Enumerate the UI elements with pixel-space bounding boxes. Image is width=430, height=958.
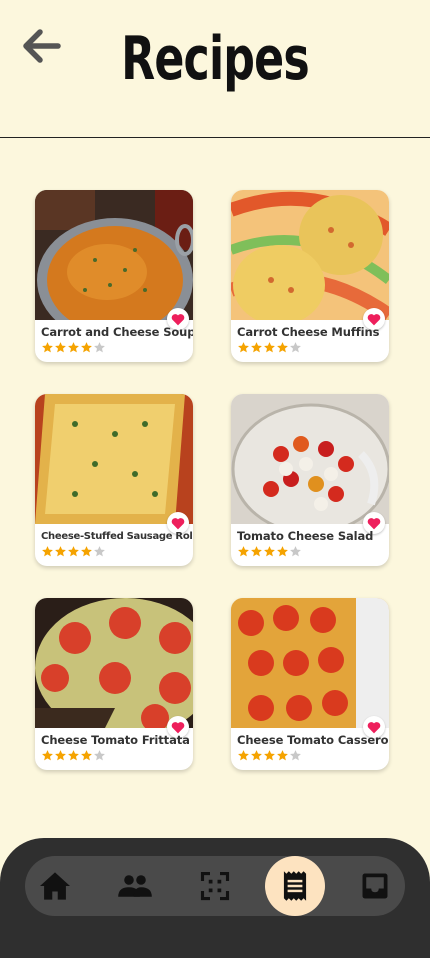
nav-people[interactable]	[105, 856, 165, 916]
star-icon	[277, 546, 288, 557]
star-icon	[68, 750, 79, 761]
heart-icon	[367, 721, 381, 733]
star-icon	[42, 750, 53, 761]
star-icon	[251, 342, 262, 353]
star-icon	[251, 546, 262, 557]
recipe-name: Tomato Cheese Salad	[237, 529, 374, 543]
nav-recipes[interactable]	[265, 856, 325, 916]
star-icon	[238, 546, 249, 557]
people-icon	[118, 875, 152, 897]
rating-stars	[237, 341, 302, 355]
header: Recipes	[0, 0, 430, 138]
star-icon	[264, 342, 275, 353]
recipe-image	[231, 598, 389, 728]
receipt-icon	[283, 871, 307, 901]
home-icon	[40, 872, 70, 900]
star-icon	[277, 750, 288, 761]
recipe-card[interactable]: Cheese Tomato Frittata	[35, 598, 193, 770]
star-empty-icon	[94, 342, 105, 353]
star-empty-icon	[290, 546, 301, 557]
nav-scan[interactable]	[185, 856, 245, 916]
star-icon	[264, 750, 275, 761]
recipe-name: Cheese Tomato Frittata	[41, 733, 190, 747]
rating-stars	[41, 749, 106, 763]
recipe-name: Carrot and Cheese Soup	[41, 325, 193, 339]
page-title: Recipes	[121, 24, 310, 94]
star-icon	[81, 342, 92, 353]
heart-icon	[171, 517, 185, 529]
recipe-card[interactable]: Carrot and Cheese Soup	[35, 190, 193, 362]
recipe-name: Cheese Tomato Casserole	[237, 733, 389, 747]
star-icon	[238, 342, 249, 353]
star-icon	[55, 342, 66, 353]
bottom-nav	[25, 856, 405, 916]
heart-icon	[367, 517, 381, 529]
recipe-card[interactable]: Cheese-Stuffed Sausage Rolls	[35, 394, 193, 566]
inbox-icon	[362, 873, 388, 899]
star-empty-icon	[94, 546, 105, 557]
rating-stars	[237, 545, 302, 559]
star-icon	[42, 546, 53, 557]
star-icon	[251, 750, 262, 761]
recipe-image	[35, 394, 193, 524]
star-empty-icon	[290, 750, 301, 761]
recipe-image	[35, 598, 193, 728]
heart-icon	[171, 313, 185, 325]
star-icon	[81, 750, 92, 761]
recipe-image	[231, 190, 389, 320]
star-icon	[81, 546, 92, 557]
star-icon	[55, 750, 66, 761]
star-icon	[277, 342, 288, 353]
recipe-image	[231, 394, 389, 524]
scan-icon	[200, 871, 230, 901]
star-icon	[55, 546, 66, 557]
recipe-name: Carrot Cheese Muffins	[237, 325, 380, 339]
rating-stars	[41, 341, 106, 355]
star-empty-icon	[290, 342, 301, 353]
recipe-card[interactable]: Cheese Tomato Casserole	[231, 598, 389, 770]
recipe-card[interactable]: Tomato Cheese Salad	[231, 394, 389, 566]
rating-stars	[237, 749, 302, 763]
rating-stars	[41, 545, 106, 559]
heart-icon	[367, 313, 381, 325]
star-icon	[68, 546, 79, 557]
star-icon	[238, 750, 249, 761]
star-icon	[264, 546, 275, 557]
active-indicator	[265, 856, 325, 916]
star-icon	[68, 342, 79, 353]
star-empty-icon	[94, 750, 105, 761]
star-icon	[42, 342, 53, 353]
recipe-card[interactable]: Carrot Cheese Muffins	[231, 190, 389, 362]
nav-home[interactable]	[25, 856, 85, 916]
nav-inbox[interactable]	[345, 856, 405, 916]
recipe-name: Cheese-Stuffed Sausage Rolls	[41, 531, 193, 542]
recipe-image	[35, 190, 193, 320]
heart-icon	[171, 721, 185, 733]
